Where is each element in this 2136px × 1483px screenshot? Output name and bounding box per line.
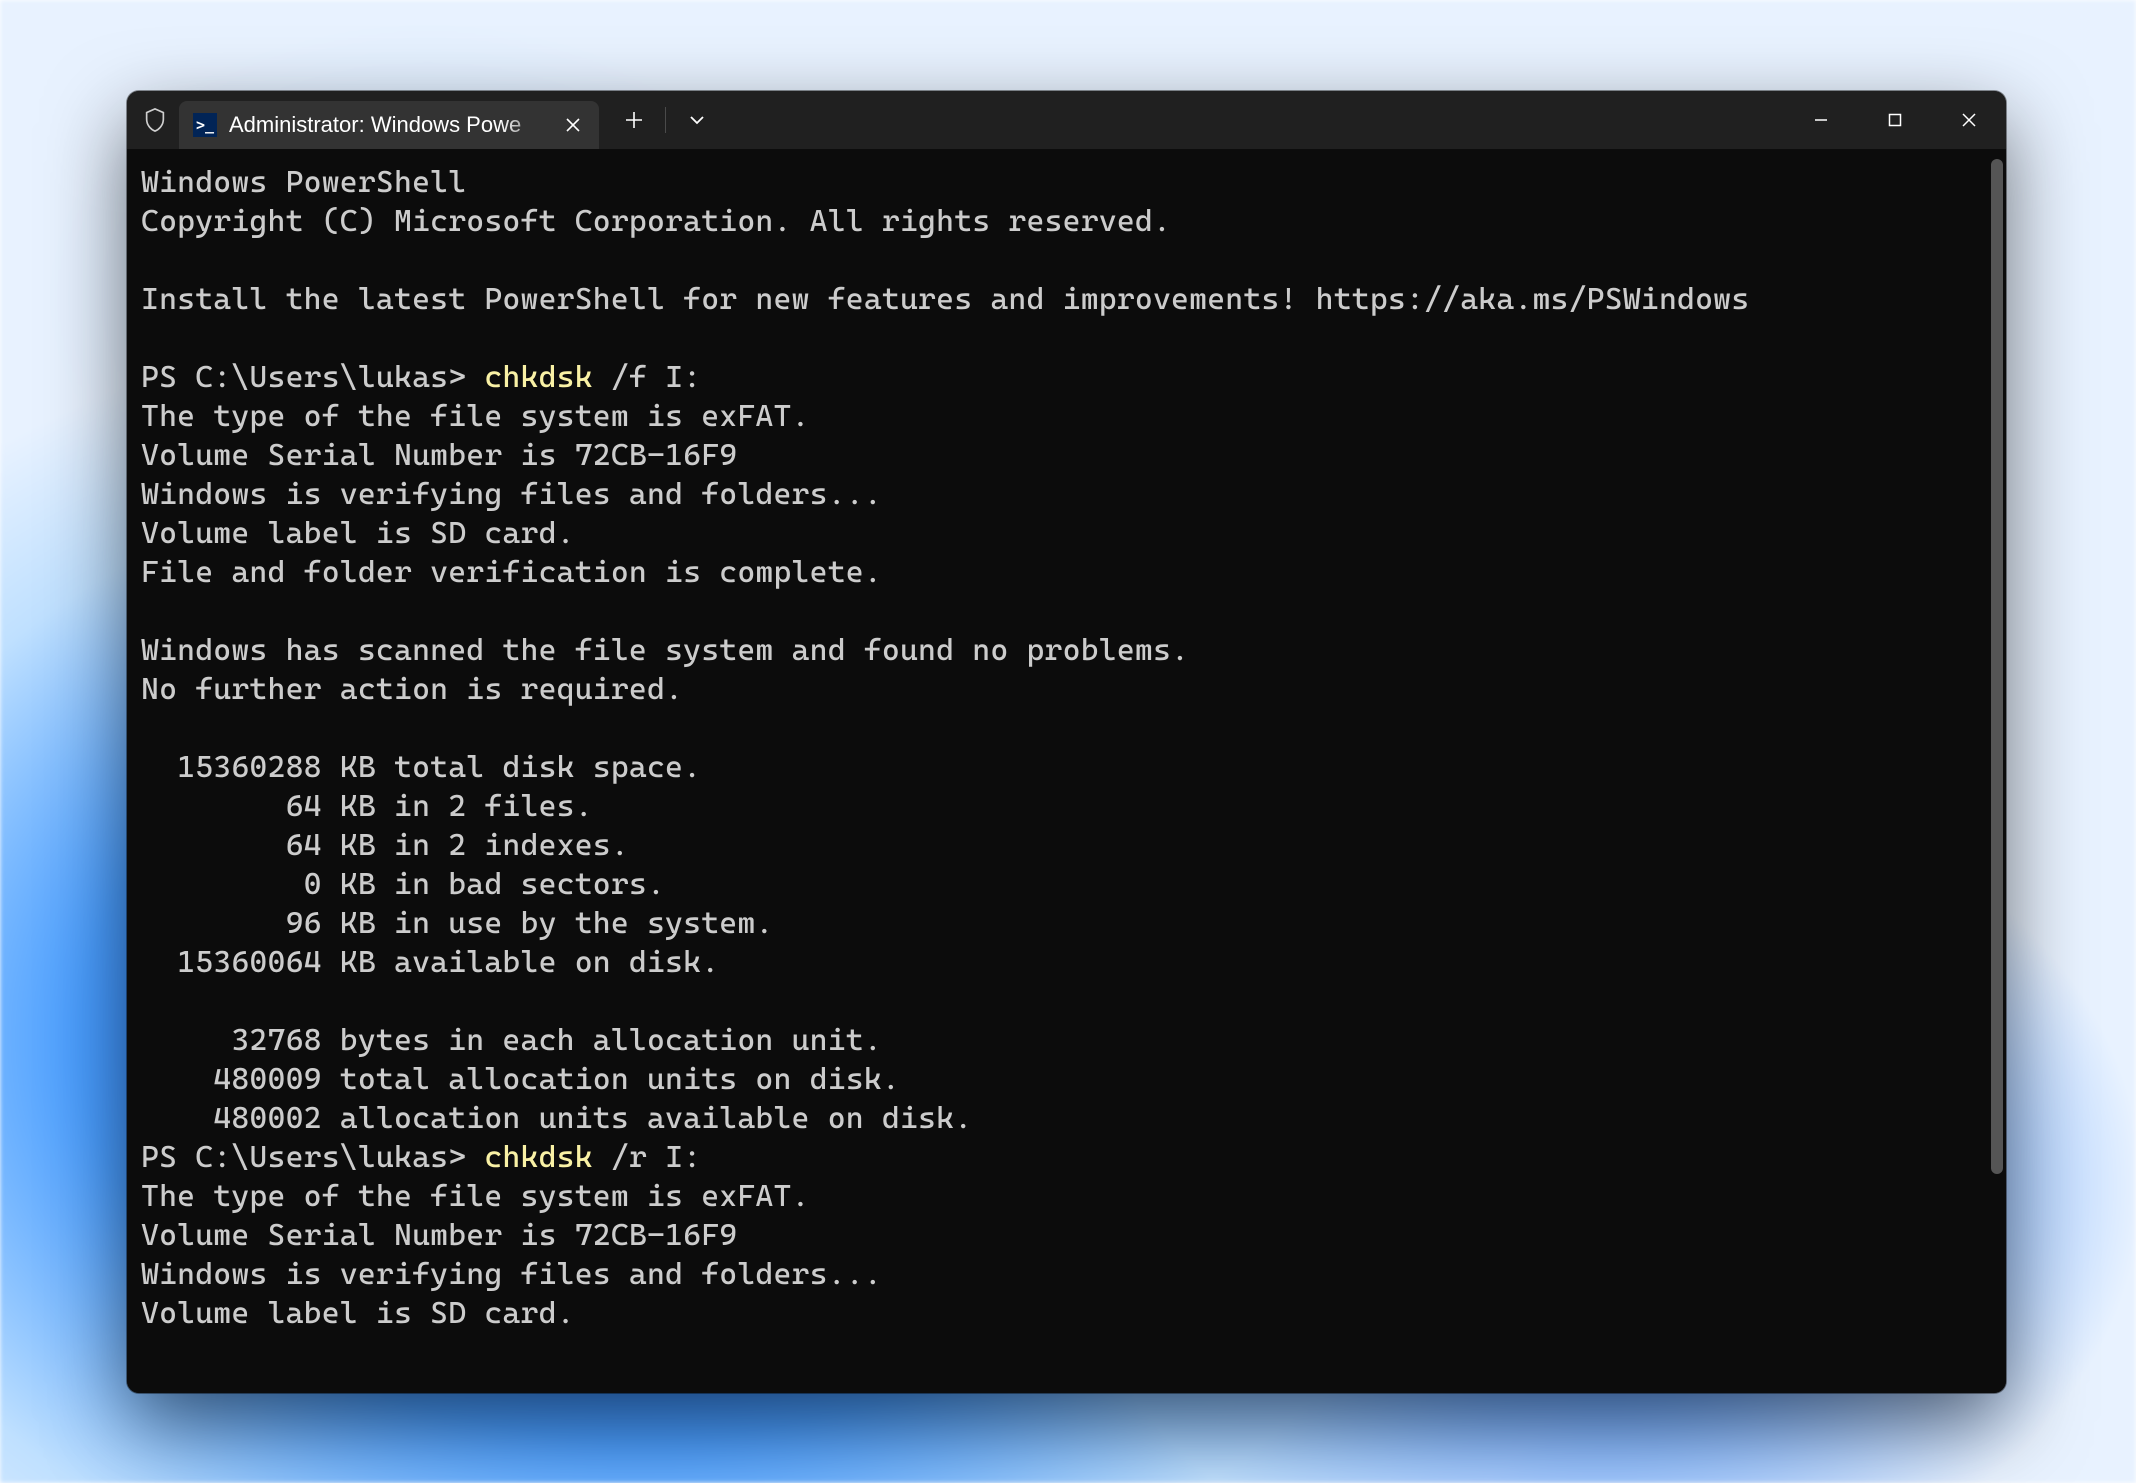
terminal-line: 480002 allocation units available on dis… <box>141 1099 1982 1138</box>
terminal-output[interactable]: Windows PowerShellCopyright (C) Microsof… <box>141 163 1982 1393</box>
terminal-line: 64 KB in 2 files. <box>141 787 1982 826</box>
terminal-line: PS C:\Users\lukas> chkdsk /r I: <box>141 1138 1982 1177</box>
command-args: /r I: <box>593 1140 701 1175</box>
terminal-line: Windows is verifying files and folders..… <box>141 475 1982 514</box>
command-name: chkdsk <box>484 1140 592 1175</box>
terminal-line: Volume label is SD card. <box>141 1294 1982 1333</box>
terminal-line: Windows is verifying files and folders..… <box>141 1255 1982 1294</box>
terminal-line <box>141 592 1982 631</box>
minimize-button[interactable] <box>1784 91 1858 149</box>
terminal-line: File and folder verification is complete… <box>141 553 1982 592</box>
prompt-text: PS C:\Users\lukas> <box>141 1140 484 1175</box>
new-tab-button[interactable] <box>607 91 661 149</box>
titlebar-drag-region[interactable] <box>724 91 1784 149</box>
terminal-line <box>141 241 1982 280</box>
terminal-line: Windows has scanned the file system and … <box>141 631 1982 670</box>
terminal-line: 480009 total allocation units on disk. <box>141 1060 1982 1099</box>
titlebar[interactable]: >_ Administrator: Windows Powe <box>127 91 2006 149</box>
vertical-scrollbar-thumb[interactable] <box>1991 159 2003 1174</box>
window-controls <box>1784 91 2006 149</box>
terminal-line: 15360064 KB available on disk. <box>141 943 1982 982</box>
titlebar-left: >_ Administrator: Windows Powe <box>127 91 599 149</box>
admin-shield-icon <box>141 106 169 134</box>
command-args: /f I: <box>593 360 701 395</box>
terminal-line: 15360288 KB total disk space. <box>141 748 1982 787</box>
titlebar-divider <box>665 107 666 133</box>
terminal-line: Volume label is SD card. <box>141 514 1982 553</box>
terminal-line: Volume Serial Number is 72CB-16F9 <box>141 436 1982 475</box>
maximize-button[interactable] <box>1858 91 1932 149</box>
tab-title: Administrator: Windows Powe <box>229 112 549 138</box>
terminal-line: Copyright (C) Microsoft Corporation. All… <box>141 202 1982 241</box>
tab-close-button[interactable] <box>561 113 585 137</box>
terminal-line: Volume Serial Number is 72CB-16F9 <box>141 1216 1982 1255</box>
terminal-line: 96 KB in use by the system. <box>141 904 1982 943</box>
prompt-text: PS C:\Users\lukas> <box>141 360 484 395</box>
terminal-line: 64 KB in 2 indexes. <box>141 826 1982 865</box>
terminal-window: >_ Administrator: Windows Powe <box>127 91 2006 1393</box>
terminal-line: The type of the file system is exFAT. <box>141 1177 1982 1216</box>
powershell-icon: >_ <box>193 113 217 137</box>
terminal-line: Install the latest PowerShell for new fe… <box>141 280 1982 319</box>
titlebar-tab-actions <box>599 91 724 149</box>
close-window-button[interactable] <box>1932 91 2006 149</box>
terminal-line: The type of the file system is exFAT. <box>141 397 1982 436</box>
terminal-line: 0 KB in bad sectors. <box>141 865 1982 904</box>
terminal-line <box>141 319 1982 358</box>
terminal-line: Windows PowerShell <box>141 163 1982 202</box>
terminal-line <box>141 982 1982 1021</box>
terminal-line: 32768 bytes in each allocation unit. <box>141 1021 1982 1060</box>
terminal-body[interactable]: Windows PowerShellCopyright (C) Microsof… <box>127 149 2006 1393</box>
terminal-line: No further action is required. <box>141 670 1982 709</box>
command-name: chkdsk <box>484 360 592 395</box>
terminal-line: PS C:\Users\lukas> chkdsk /f I: <box>141 358 1982 397</box>
terminal-line <box>141 709 1982 748</box>
tab-powershell[interactable]: >_ Administrator: Windows Powe <box>179 101 599 149</box>
tab-dropdown-button[interactable] <box>670 91 724 149</box>
